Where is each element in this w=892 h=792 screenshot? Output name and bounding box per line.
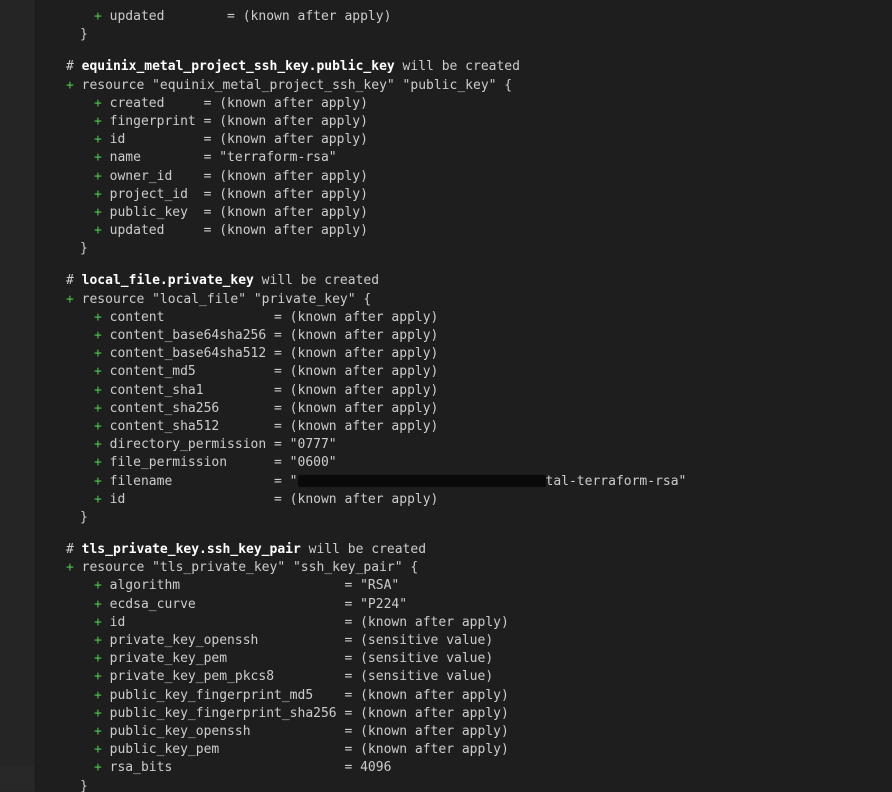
terraform-attribute: + rsa_bits = 4096 <box>52 759 876 777</box>
terraform-attribute: + updated = (known after apply) <box>52 8 876 26</box>
terraform-attribute: + content_sha1 = (known after apply) <box>52 382 876 400</box>
terraform-attribute: + directory_permission = "0777" <box>52 436 876 454</box>
sidebar-tab[interactable] <box>0 766 35 790</box>
terraform-attribute: + algorithm = "RSA" <box>52 577 876 595</box>
terraform-attribute: + public_key_openssh = (known after appl… <box>52 723 876 741</box>
resource-comment: # local_file.private_key will be created <box>52 272 876 290</box>
resource-declaration: + resource "local_file" "private_key" { <box>52 291 876 309</box>
terraform-attribute: + name = "terraform-rsa" <box>52 149 876 167</box>
editor-sidebar <box>0 0 36 792</box>
terraform-attribute: + project_id = (known after apply) <box>52 186 876 204</box>
terraform-attribute: + public_key_pem = (known after apply) <box>52 741 876 759</box>
terraform-attribute: + private_key_openssh = (sensitive value… <box>52 632 876 650</box>
terraform-attribute: + fingerprint = (known after apply) <box>52 113 876 131</box>
resource-comment: # tls_private_key.ssh_key_pair will be c… <box>52 541 876 559</box>
terraform-attribute: + updated = (known after apply) <box>52 222 876 240</box>
terraform-attribute: + content_sha512 = (known after apply) <box>52 418 876 436</box>
block-close: } <box>52 240 876 258</box>
terraform-attribute: + content_base64sha256 = (known after ap… <box>52 327 876 345</box>
terraform-attribute: + ecdsa_curve = "P224" <box>52 596 876 614</box>
terraform-attribute: + id = (known after apply) <box>52 614 876 632</box>
terraform-attribute: + private_key_pem = (sensitive value) <box>52 650 876 668</box>
redacted-text <box>298 475 546 487</box>
terraform-attribute: + created = (known after apply) <box>52 95 876 113</box>
terminal-output: + updated = (known after apply)} # equini… <box>36 0 892 792</box>
terraform-attribute: + content_base64sha512 = (known after ap… <box>52 345 876 363</box>
resource-declaration: + resource "equinix_metal_project_ssh_ke… <box>52 77 876 95</box>
terraform-attribute: + public_key_fingerprint_sha256 = (known… <box>52 705 876 723</box>
block-close: } <box>52 509 876 527</box>
terraform-attribute: + id = (known after apply) <box>52 131 876 149</box>
terraform-attribute: + file_permission = "0600" <box>52 454 876 472</box>
terraform-attribute: + content_md5 = (known after apply) <box>52 363 876 381</box>
terraform-attribute: + private_key_pem_pkcs8 = (sensitive val… <box>52 668 876 686</box>
terraform-attribute: + content = (known after apply) <box>52 309 876 327</box>
resource-comment: # equinix_metal_project_ssh_key.public_k… <box>52 58 876 76</box>
terraform-attribute: + content_sha256 = (known after apply) <box>52 400 876 418</box>
terraform-attribute: + public_key_fingerprint_md5 = (known af… <box>52 687 876 705</box>
block-close: } <box>52 26 876 44</box>
terraform-attribute: + owner_id = (known after apply) <box>52 168 876 186</box>
resource-declaration: + resource "tls_private_key" "ssh_key_pa… <box>52 559 876 577</box>
block-close: } <box>52 778 876 792</box>
terraform-attribute: + id = (known after apply) <box>52 491 876 509</box>
terraform-attribute: + filename = "tal-terraform-rsa" <box>52 473 876 491</box>
terraform-attribute: + public_key = (known after apply) <box>52 204 876 222</box>
